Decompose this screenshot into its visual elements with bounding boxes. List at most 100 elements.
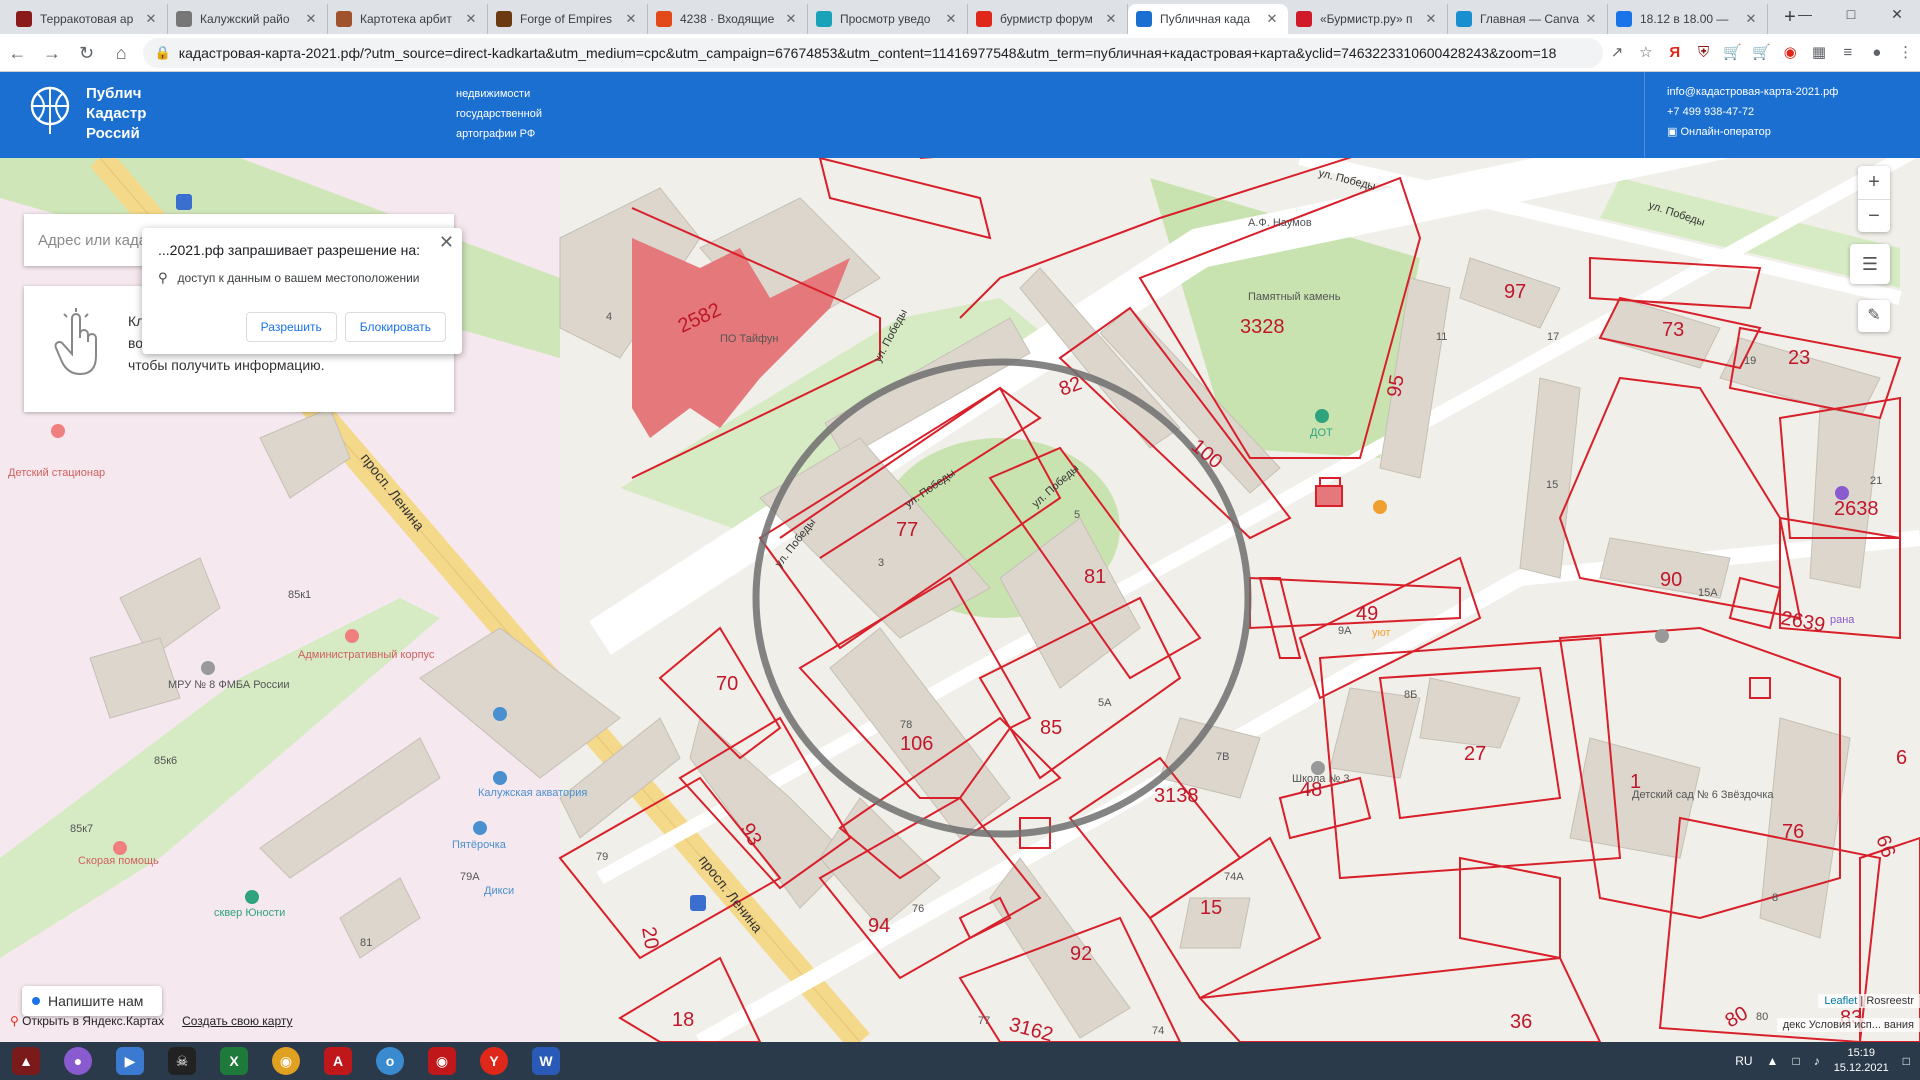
cafe-icon[interactable]: [1373, 500, 1387, 514]
parcel-number[interactable]: 85: [1040, 717, 1062, 739]
online-operator-link[interactable]: ▣ Онлайн-оператор: [1667, 122, 1920, 142]
tab-close-icon[interactable]: ✕: [1103, 11, 1119, 27]
dot-marker-icon[interactable]: [1315, 409, 1329, 423]
taskbar-app[interactable]: ◉: [416, 1042, 468, 1080]
close-window-icon[interactable]: ✕: [1874, 0, 1920, 30]
allow-button[interactable]: Разрешить: [245, 312, 337, 342]
hospital-icon[interactable]: [345, 629, 359, 643]
tab-close-icon[interactable]: ✕: [943, 11, 959, 27]
parcel-number[interactable]: 90: [1660, 569, 1682, 591]
poi-label[interactable]: ДОТ: [1310, 427, 1333, 439]
tab-close-icon[interactable]: ✕: [783, 11, 799, 27]
volume-icon[interactable]: ♪: [1814, 1054, 1820, 1068]
parcel-number[interactable]: 18: [672, 1009, 694, 1031]
parcel-number[interactable]: 3138: [1154, 785, 1199, 807]
parcel-number[interactable]: 106: [900, 733, 933, 755]
browser-tab[interactable]: Главная — Canva ✕: [1448, 4, 1608, 34]
taskbar-app[interactable]: ▶: [104, 1042, 156, 1080]
reload-icon[interactable]: ↻: [69, 35, 104, 71]
profile-avatar-icon[interactable]: ●: [1862, 38, 1891, 68]
network-icon[interactable]: □: [1792, 1054, 1799, 1068]
browser-tab[interactable]: Калужский райо ✕: [168, 4, 328, 34]
browser-tab[interactable]: бурмистр форум ✕: [968, 4, 1128, 34]
browser-tab[interactable]: Картотека арбит ✕: [328, 4, 488, 34]
site-brand[interactable]: Публич Кадастр Россий: [86, 84, 146, 144]
back-arrow-icon[interactable]: ←: [0, 35, 35, 71]
tab-close-icon[interactable]: ✕: [143, 11, 159, 27]
parcel-number[interactable]: 81: [1084, 566, 1106, 588]
parcel-number[interactable]: 27: [1464, 743, 1486, 765]
taskbar-app[interactable]: Y: [468, 1042, 520, 1080]
shield-extension-icon[interactable]: ⛨: [1689, 38, 1718, 68]
open-in-yandex-link[interactable]: ⚲ Открыть в Яндекс.Картах: [10, 1014, 164, 1028]
browser-tab[interactable]: 4238 · Входящие ✕: [648, 4, 808, 34]
bus-stop-icon[interactable]: [176, 194, 192, 210]
zoom-out-button[interactable]: −: [1858, 199, 1890, 232]
poi-label[interactable]: Административный корпус: [298, 649, 435, 661]
aquarium-icon[interactable]: [493, 771, 507, 785]
menu-dots-icon[interactable]: ⋮: [1891, 38, 1920, 68]
poi-label[interactable]: Детский стационар: [8, 467, 105, 479]
lock-icon[interactable]: 🔒: [155, 45, 171, 61]
block-button[interactable]: Блокировать: [344, 312, 446, 342]
tab-close-icon[interactable]: ✕: [1743, 11, 1759, 27]
language-indicator[interactable]: RU: [1735, 1054, 1752, 1068]
browser-tab[interactable]: «Бурмистр.ру» п ✕: [1288, 4, 1448, 34]
browser-tab[interactable]: Публичная када ✕: [1128, 4, 1288, 34]
tab-close-icon[interactable]: ✕: [1264, 11, 1280, 27]
browser-tab[interactable]: Forge of Empires ✕: [488, 4, 648, 34]
hospital-icon[interactable]: [51, 424, 65, 438]
puzzle-icon[interactable]: ▦: [1805, 38, 1834, 68]
ruler-button[interactable]: ✎: [1858, 300, 1890, 332]
close-icon[interactable]: ✕: [439, 232, 454, 253]
parcel-number[interactable]: 15: [1200, 897, 1222, 919]
taskbar-app[interactable]: ●: [52, 1042, 104, 1080]
minimize-icon[interactable]: —: [1782, 0, 1828, 30]
parcel-number[interactable]: 2639: [1779, 607, 1827, 636]
poi-label[interactable]: уют: [1372, 627, 1391, 639]
parcel-number[interactable]: 23: [1788, 347, 1810, 369]
red-extension-icon[interactable]: ◉: [1776, 38, 1805, 68]
poi-label[interactable]: Пятёрочка: [452, 839, 507, 851]
poi-label[interactable]: МРУ № 8 ФМБА России: [168, 679, 290, 691]
poi-label[interactable]: Детский сад № 6 Звёздочка: [1632, 789, 1774, 801]
government-icon[interactable]: [201, 661, 215, 675]
poi-label[interactable]: сквер Юности: [214, 907, 285, 919]
tray-arrow-icon[interactable]: ▲: [1767, 1054, 1779, 1068]
parcel-number[interactable]: 36: [1510, 1011, 1532, 1033]
create-map-link[interactable]: Создать свою карту: [182, 1014, 292, 1028]
bookmark-star-icon[interactable]: ☆: [1631, 38, 1660, 68]
kindergarten-icon[interactable]: [1655, 629, 1669, 643]
chat-widget-button[interactable]: Напишите нам: [22, 986, 162, 1016]
maximize-icon[interactable]: □: [1828, 0, 1874, 30]
cadastral-map[interactable]: ул. Победы ул. Победы ул. Победы ул. Поб…: [0, 158, 1920, 1042]
tab-close-icon[interactable]: ✕: [1583, 11, 1599, 27]
tab-close-icon[interactable]: ✕: [303, 11, 319, 27]
park-icon[interactable]: [245, 890, 259, 904]
poi-icon[interactable]: [1835, 486, 1849, 500]
parcel-number[interactable]: 92: [1070, 943, 1092, 965]
tab-close-icon[interactable]: ✕: [623, 11, 639, 27]
poi-label[interactable]: Дикси: [484, 885, 514, 897]
browser-tab[interactable]: Просмотр уведо ✕: [808, 4, 968, 34]
parcel-number[interactable]: 20: [637, 925, 663, 951]
forward-arrow-icon[interactable]: →: [35, 35, 70, 71]
shop-icon[interactable]: [493, 707, 507, 721]
parcel-number[interactable]: 3162: [1007, 1014, 1056, 1042]
taskbar-app[interactable]: A: [312, 1042, 364, 1080]
cart-extension-icon[interactable]: 🛒: [1718, 38, 1747, 68]
tab-close-icon[interactable]: ✕: [1423, 11, 1439, 27]
parcel-number[interactable]: 76: [1782, 821, 1804, 843]
parcel-number[interactable]: 3328: [1240, 316, 1285, 338]
parcel-number[interactable]: 80: [1722, 1002, 1752, 1032]
notifications-icon[interactable]: □: [1903, 1054, 1910, 1068]
parcel-number[interactable]: 97: [1504, 281, 1526, 303]
terms-link[interactable]: декс Условия исп... вания: [1783, 1019, 1914, 1031]
poi-label[interactable]: Скорая помощь: [78, 855, 159, 867]
browser-tab[interactable]: Терракотовая ар ✕: [8, 4, 168, 34]
taskbar-app[interactable]: ☠: [156, 1042, 208, 1080]
poi-label[interactable]: Памятный камень: [1248, 291, 1341, 303]
ambulance-icon[interactable]: [113, 841, 127, 855]
parcel-number[interactable]: 70: [716, 673, 738, 695]
taskbar-app[interactable]: o: [364, 1042, 416, 1080]
